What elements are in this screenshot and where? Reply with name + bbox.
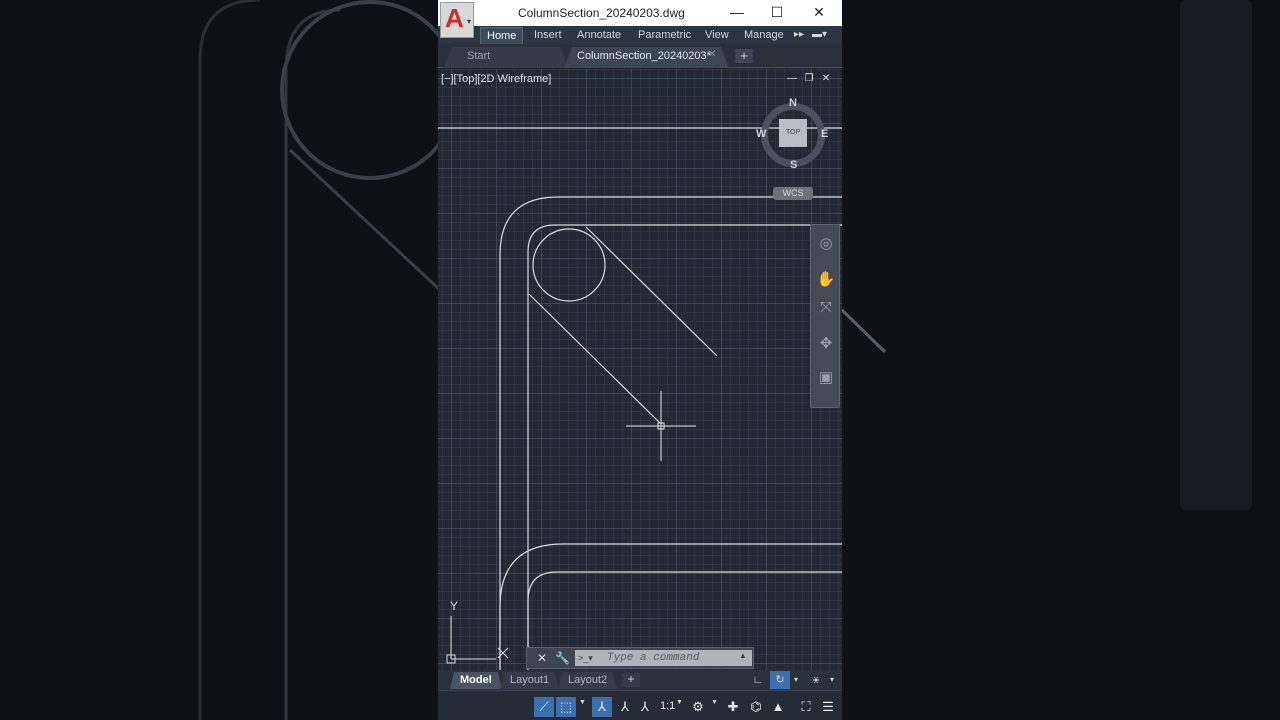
compass-north[interactable]: N (789, 97, 797, 109)
chevron-down-icon[interactable]: ▼ (676, 699, 683, 706)
clean-screen-icon[interactable]: ⛶ (796, 697, 816, 717)
viewport-close-icon[interactable]: ✕ (819, 73, 833, 84)
chevron-down-icon[interactable]: ▼ (711, 699, 718, 706)
isolate-objects-icon[interactable]: ⌬ (746, 697, 766, 717)
viewport-minimize-icon[interactable]: — (785, 73, 799, 84)
showmotion-icon[interactable]: ▣ (815, 367, 837, 389)
chevron-down-icon[interactable]: ▼ (579, 699, 586, 706)
viewcube-top-face[interactable]: TOP (779, 119, 807, 147)
title-bar: A ▾ ColumnSection_20240203.dwg — ☐ ✕ (438, 0, 842, 38)
tab-manage[interactable]: Manage (738, 27, 790, 44)
selection-cycling-icon[interactable]: ⬚ (556, 697, 576, 717)
tab-layout1[interactable]: Layout1 (500, 672, 560, 689)
auto-scale-icon[interactable]: ⅄ (615, 697, 635, 717)
tab-layout2[interactable]: Layout2 (558, 672, 618, 689)
viewport-restore-icon[interactable]: ❐ (802, 73, 816, 84)
close-icon[interactable]: ✕ (535, 651, 549, 665)
annotation-scale-value[interactable]: 1:1 (660, 700, 675, 712)
tab-insert[interactable]: Insert (528, 27, 568, 44)
pan-hand-icon[interactable]: ✋ (815, 269, 837, 291)
tab-model[interactable]: Model (450, 672, 502, 689)
minimize-button[interactable]: — (726, 3, 748, 23)
chevron-down-icon[interactable]: ▾ (790, 671, 802, 689)
app-menu-button[interactable]: A ▾ (440, 2, 474, 38)
new-tab-button[interactable]: + (735, 49, 753, 63)
command-line: ✕ 🔧 >_▾ ▲ (526, 647, 754, 669)
new-layout-button[interactable]: + (622, 673, 640, 687)
close-icon[interactable]: ✕ (708, 49, 716, 60)
tab-view[interactable]: View (699, 27, 735, 44)
wrench-icon[interactable]: 🔧 (555, 651, 570, 665)
command-history-icon[interactable]: ▲ (739, 651, 747, 660)
object-snap-tracking-icon[interactable]: ⟋ (534, 697, 554, 717)
close-button[interactable]: ✕ (808, 3, 830, 23)
wcs-menu[interactable]: WCS (773, 187, 813, 200)
window-title: ColumnSection_20240203.dwg (518, 6, 685, 20)
ribbon-tabs: Home Insert Annotate Parametric View Man… (438, 26, 842, 44)
maximize-button[interactable]: ☐ (766, 3, 788, 23)
crosshair-cursor (626, 391, 696, 461)
isodraft-icon[interactable]: ⚹ (806, 671, 826, 689)
document-tabs: Start ColumnSection_20240203* ✕ + (438, 44, 842, 68)
command-prompt-icon[interactable]: >_▾ (578, 652, 604, 664)
outer-outline (499, 196, 842, 670)
plus-icon[interactable]: ✚ (723, 697, 743, 717)
tab-start[interactable]: Start (444, 47, 568, 68)
rebar-circle (532, 228, 606, 302)
viewcube[interactable]: TOP N S E W (756, 97, 828, 171)
zoom-icon[interactable]: ⤧ (815, 297, 837, 319)
hamburger-menu-icon[interactable]: ☰ (818, 697, 838, 717)
polar-tracking-icon[interactable]: ↻ (770, 671, 790, 689)
tab-parametric[interactable]: Parametric (632, 27, 697, 44)
ucs-y-label: Y (450, 599, 459, 613)
compass-west[interactable]: W (756, 128, 766, 140)
background-navbar (1180, 0, 1252, 510)
ortho-icon[interactable]: ∟ (748, 671, 768, 689)
tab-annotate[interactable]: Annotate (571, 27, 627, 44)
stirrup-hook-lower (528, 293, 661, 424)
orbit-icon[interactable]: ✥ (815, 333, 837, 355)
inner-outline (527, 224, 842, 670)
video-icon[interactable]: ▬▾ (812, 27, 827, 43)
drawing-viewport[interactable]: Y [−][Top][2D Wireframe] — ❐ ✕ TOP N S E… (438, 69, 842, 670)
annotation-visibility-icon[interactable]: ⅄ (592, 697, 612, 717)
compass-east[interactable]: E (821, 128, 828, 140)
tab-home[interactable]: Home (480, 27, 524, 44)
layout-tabs: Model Layout1 Layout2 + ∟ ↻ ▾ ⚹ ▾ (438, 670, 842, 690)
stirrup-hook-upper (585, 226, 718, 357)
annotation-scale-icon[interactable]: ⅄ (635, 697, 655, 717)
chevron-down-icon: ▾ (466, 17, 471, 26)
hardware-acceleration-icon[interactable]: ▲ (768, 697, 788, 717)
double-right-arrow-icon[interactable]: ▸▸ (794, 27, 804, 43)
gear-icon[interactable]: ⚙ (688, 697, 708, 717)
status-bar: ⟋ ⬚ ▼ ⅄ ⅄ ⅄ 1:1 ▼ ⚙ ▼ ✚ ⌬ ▲ ⛶ ☰ (438, 690, 842, 720)
steering-wheel-icon[interactable]: ◎ (815, 233, 837, 255)
navigation-bar: ◎ ✋ ⤧ ✥ ▣ (810, 224, 840, 408)
autocad-logo-icon: A (445, 3, 464, 33)
viewport-controls-label[interactable]: [−][Top][2D Wireframe] (441, 73, 551, 85)
tab-drawing[interactable]: ColumnSection_20240203* (564, 47, 729, 68)
autocad-window: A ▾ ColumnSection_20240203.dwg — ☐ ✕ Hom… (438, 0, 842, 720)
chevron-down-icon[interactable]: ▾ (826, 671, 838, 689)
ucs-icon (446, 616, 509, 664)
compass-south[interactable]: S (790, 159, 797, 171)
